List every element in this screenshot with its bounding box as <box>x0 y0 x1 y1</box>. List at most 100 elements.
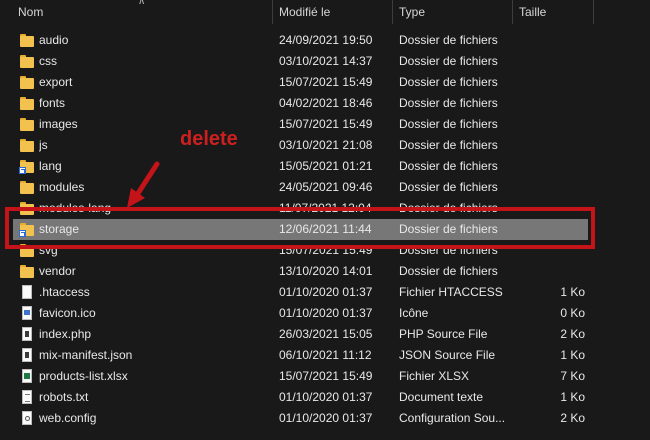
file-name: web.config <box>39 411 97 425</box>
file-size <box>520 177 585 198</box>
file-size: 2 Ko <box>560 411 585 425</box>
file-name: storage <box>39 222 80 236</box>
file-name: .htaccess <box>39 285 90 299</box>
file-name: audio <box>39 33 69 47</box>
file-modified-date: 03/10/2021 14:37 <box>279 54 373 68</box>
file-modified-date: 01/10/2020 01:37 <box>279 390 373 404</box>
folder-shortcut-icon <box>19 222 34 237</box>
file-size <box>520 219 585 240</box>
file-row[interactable]: mix-manifest.json 06/10/2021 11:12 JSON So… <box>0 345 650 366</box>
file-modified-date: 04/02/2021 18:46 <box>279 96 373 110</box>
file-row[interactable]: modules 24/05/2021 09:46 Dossier de fichie… <box>0 177 650 198</box>
file-size: 1 Ko <box>560 348 585 362</box>
file-modified-date: 15/05/2021 01:21 <box>279 159 373 173</box>
folder-icon <box>20 180 34 195</box>
file-row[interactable]: index.php 26/03/2021 15:05 PHP Source File… <box>0 324 650 345</box>
file-type: PHP Source File <box>399 327 488 341</box>
file-size <box>520 240 585 261</box>
file-row[interactable]: robots.txt 01/10/2020 01:37 Document texte… <box>0 387 650 408</box>
image-file-icon <box>20 306 34 321</box>
file-name: modules <box>39 180 85 194</box>
folder-icon <box>20 138 34 153</box>
file-name: css <box>39 54 57 68</box>
file-size <box>520 114 585 135</box>
file-type: Icône <box>399 306 429 320</box>
file-name: vendor <box>39 264 76 278</box>
php-file-icon <box>20 327 34 342</box>
folder-icon <box>20 264 34 279</box>
column-header-date[interactable]: Modifié le <box>273 0 393 24</box>
file-row[interactable]: .htaccess 01/10/2020 01:37 Fichier HTACCES… <box>0 282 650 303</box>
file-modified-date: 01/10/2020 01:37 <box>279 306 373 320</box>
file-name: favicon.ico <box>39 306 96 320</box>
file-size <box>520 156 585 177</box>
file-icon <box>20 285 34 300</box>
file-modified-date: 13/10/2020 14:01 <box>279 264 373 278</box>
file-size <box>520 198 585 219</box>
file-modified-date: 06/10/2021 11:12 <box>279 348 372 362</box>
file-type: Document texte <box>399 390 484 404</box>
file-type: Dossier de fichiers <box>399 222 498 236</box>
file-type: Dossier de fichiers <box>399 201 498 215</box>
folder-icon <box>20 54 34 69</box>
file-size <box>520 261 585 282</box>
file-modified-date: 11/07/2021 12:04 <box>279 201 372 215</box>
file-modified-date: 01/10/2020 01:37 <box>279 411 373 425</box>
file-row[interactable]: js 03/10/2021 21:08 Dossier de fichiers <box>0 135 650 156</box>
folder-icon <box>20 201 34 216</box>
file-modified-date: 03/10/2021 21:08 <box>279 138 373 152</box>
file-row[interactable]: svg 15/07/2021 15:49 Dossier de fichiers <box>0 240 650 261</box>
file-row[interactable]: images 15/07/2021 15:49 Dossier de fichier… <box>0 114 650 135</box>
file-name: modules-lang <box>39 201 112 215</box>
column-divider[interactable] <box>593 0 594 24</box>
file-modified-date: 01/10/2020 01:37 <box>279 285 373 299</box>
file-name: products-list.xlsx <box>39 369 128 383</box>
file-name: robots.txt <box>39 390 89 404</box>
column-header-bar: Nom ∧ Modifié le Type Taille <box>0 0 650 25</box>
file-modified-date: 15/07/2021 15:49 <box>279 369 373 383</box>
file-name: svg <box>39 243 58 257</box>
file-row[interactable]: lang 15/05/2021 01:21 Dossier de fichiers <box>0 156 650 177</box>
sort-chevron-icon: ∧ <box>138 0 146 7</box>
file-modified-date: 15/07/2021 15:49 <box>279 117 373 131</box>
file-type: Dossier de fichiers <box>399 243 498 257</box>
column-header-size[interactable]: Taille <box>513 0 593 24</box>
file-row[interactable]: vendor 13/10/2020 14:01 Dossier de fichier… <box>0 261 650 282</box>
folder-shortcut-icon <box>19 159 34 174</box>
file-type: Dossier de fichiers <box>399 75 498 89</box>
file-row[interactable]: audio 24/09/2021 19:50 Dossier de fichiers <box>0 30 650 51</box>
file-modified-date: 24/05/2021 09:46 <box>279 180 373 194</box>
file-row[interactable]: modules-lang 11/07/2021 12:04 Dossier de f… <box>0 198 650 219</box>
file-name: fonts <box>39 96 66 110</box>
annotation-delete-label: delete <box>180 128 238 150</box>
file-type: Dossier de fichiers <box>399 96 498 110</box>
file-type: JSON Source File <box>399 348 496 362</box>
file-size <box>520 30 585 51</box>
file-type: Dossier de fichiers <box>399 180 498 194</box>
file-type: Dossier de fichiers <box>399 33 498 47</box>
file-name: lang <box>39 159 62 173</box>
excel-file-icon <box>20 369 34 384</box>
file-modified-date: 12/06/2021 11:44 <box>279 222 372 236</box>
file-type: Dossier de fichiers <box>399 159 498 173</box>
file-name: mix-manifest.json <box>39 348 133 362</box>
file-row[interactable]: products-list.xlsx 15/07/2021 15:49 Fichie… <box>0 366 650 387</box>
file-row[interactable]: favicon.ico 01/10/2020 01:37 Icône 0 Ko <box>0 303 650 324</box>
file-name: index.php <box>39 327 92 341</box>
file-modified-date: 26/03/2021 15:05 <box>279 327 373 341</box>
file-type: Dossier de fichiers <box>399 117 498 131</box>
file-modified-date: 15/07/2021 15:49 <box>279 75 373 89</box>
file-explorer-window: Nom ∧ Modifié le Type Taille audio 24/09/… <box>0 0 650 440</box>
file-size <box>520 135 585 156</box>
file-list: audio 24/09/2021 19:50 Dossier de fichiers… <box>0 30 650 429</box>
folder-icon <box>20 117 34 132</box>
file-modified-date: 24/09/2021 19:50 <box>279 33 373 47</box>
folder-icon <box>20 96 34 111</box>
column-header-type[interactable]: Type <box>393 0 513 24</box>
file-row-selected[interactable]: storage 12/06/2021 11:44 Dossier de fichie… <box>0 219 650 240</box>
file-row[interactable]: web.config 01/10/2020 01:37 Configuration … <box>0 408 650 429</box>
file-row[interactable]: export 15/07/2021 15:49 Dossier de fichier… <box>0 72 650 93</box>
file-row[interactable]: css 03/10/2021 14:37 Dossier de fichiers <box>0 51 650 72</box>
file-type: Fichier XLSX <box>399 369 470 383</box>
file-row[interactable]: fonts 04/02/2021 18:46 Dossier de fichiers <box>0 93 650 114</box>
